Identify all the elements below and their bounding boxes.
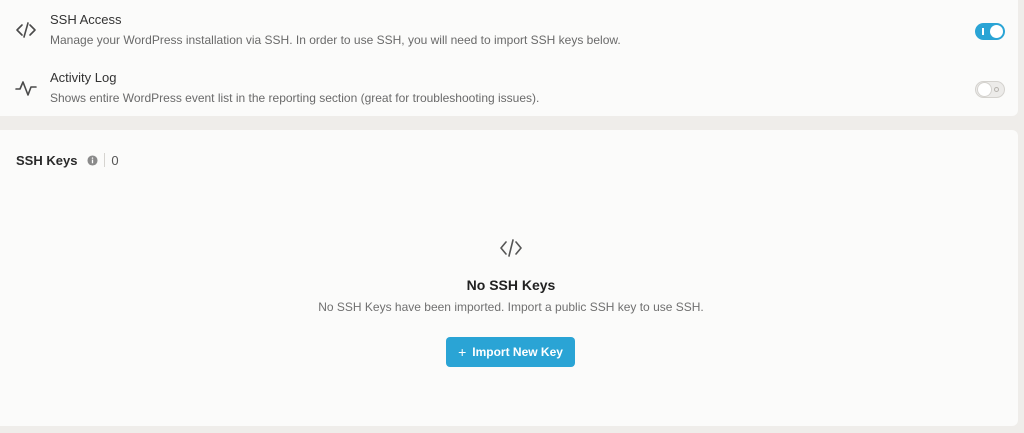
ssh-access-title: SSH Access <box>50 12 122 27</box>
ssh-keys-card: SSH Keys 0 No SSH Keys No SSH Keys have … <box>0 130 1018 426</box>
setting-row-activity-log: Activity Log Shows entire WordPress even… <box>0 62 1018 116</box>
plus-icon: + <box>458 344 467 360</box>
setting-row-ssh-access: SSH Access Manage your WordPress install… <box>0 4 1018 58</box>
toggle-knob <box>990 25 1003 38</box>
ssh-keys-count: 0 <box>111 152 119 168</box>
activity-log-toggle[interactable] <box>975 81 1005 98</box>
import-new-key-button[interactable]: + Import New Key <box>446 337 575 367</box>
code-icon <box>16 22 36 38</box>
toggle-knob <box>978 83 991 96</box>
toggle-off-mark <box>994 87 999 92</box>
activity-log-title: Activity Log <box>50 70 117 85</box>
toggle-on-mark <box>982 28 984 35</box>
empty-state-description: No SSH Keys have been imported. Import a… <box>318 300 704 314</box>
activity-log-description: Shows entire WordPress event list in the… <box>50 91 540 105</box>
info-icon[interactable] <box>87 154 98 166</box>
header-divider <box>104 153 106 167</box>
ssh-access-toggle[interactable] <box>975 23 1005 40</box>
settings-card: SSH Access Manage your WordPress install… <box>0 0 1018 116</box>
ssh-access-description: Manage your WordPress installation via S… <box>50 33 621 47</box>
ssh-keys-title: SSH Keys <box>16 152 78 168</box>
activity-icon <box>15 81 37 96</box>
import-new-key-label: Import New Key <box>472 345 563 359</box>
empty-state-title: No SSH Keys <box>466 277 556 293</box>
ssh-keys-header: SSH Keys 0 <box>16 151 119 169</box>
code-icon <box>500 239 522 257</box>
